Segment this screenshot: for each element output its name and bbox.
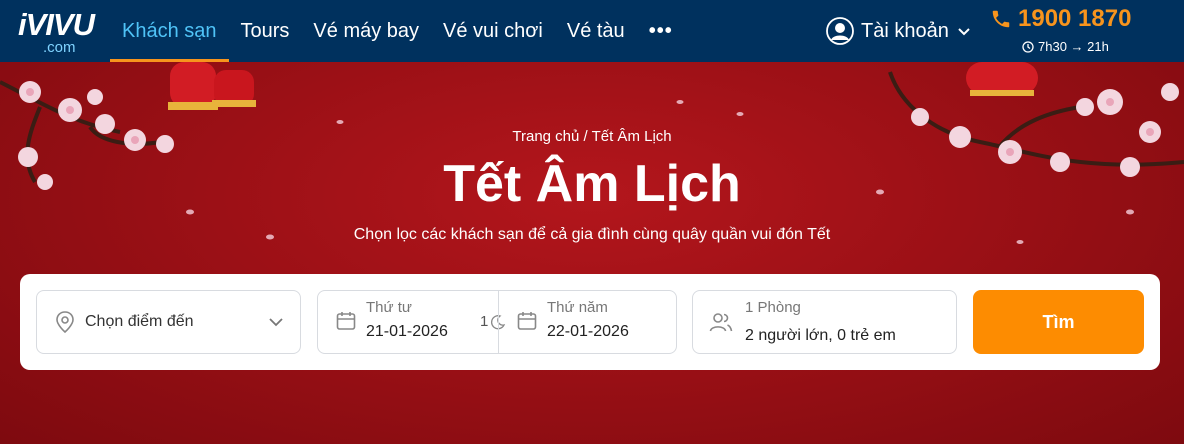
checkout-weekday: Thứ năm: [547, 299, 608, 316]
location-pin-icon: [56, 311, 74, 333]
chevron-down-icon: [958, 28, 970, 36]
destination-placeholder: Chọn điểm đến: [85, 313, 194, 330]
top-navigation-bar: iVIVU .com Khách sạn Tours Vé máy bay Vé…: [0, 0, 1184, 62]
page-title: Tết Âm Lịch: [443, 155, 741, 213]
breadcrumb: Trang chủ / Tết Âm Lịch: [0, 128, 1184, 145]
search-button[interactable]: Tìm: [973, 290, 1144, 354]
clock-icon: [1022, 40, 1034, 53]
nav-item-hotels[interactable]: Khách sạn: [110, 0, 229, 62]
nav-item-attractions[interactable]: Vé vui chơi: [431, 0, 555, 62]
destination-select[interactable]: Chọn điểm đến: [36, 290, 301, 354]
account-menu[interactable]: Tài khoản: [826, 14, 971, 48]
logo-tld: .com: [43, 39, 76, 56]
chevron-down-icon: [269, 318, 283, 327]
hotline[interactable]: 1900 1870 7h30 → 21h: [990, 5, 1170, 59]
hotline-hours-text: 7h30 → 21h: [1038, 39, 1109, 54]
rooms-guests-select[interactable]: 1 Phòng 2 người lớn, 0 trẻ em: [692, 290, 957, 354]
hotline-phone[interactable]: 1900 1870: [990, 5, 1131, 33]
guests-count: 2 người lớn, 0 trẻ em: [745, 327, 896, 344]
calendar-icon: [336, 312, 356, 330]
checkout-date[interactable]: Thứ năm 22-01-2026: [498, 291, 678, 353]
nav-item-tours[interactable]: Tours: [229, 0, 302, 62]
ivivu-logo[interactable]: iVIVU .com: [18, 5, 95, 56]
page-subtitle: Chọn lọc các khách sạn để cả gia đình cù…: [353, 226, 831, 243]
nav-more-button[interactable]: •••: [637, 0, 685, 62]
nav-item-flights[interactable]: Vé máy bay: [301, 0, 431, 62]
main-nav: Khách sạn Tours Vé máy bay Vé vui chơi V…: [110, 0, 685, 62]
tet-blossom-decoration: [0, 62, 1184, 244]
account-label: Tài khoản: [861, 19, 949, 42]
calendar-icon: [517, 312, 537, 330]
breadcrumb-home[interactable]: Trang chủ: [512, 128, 579, 145]
date-range-picker[interactable]: Thứ tư 21-01-2026 1 Thứ năm 22-01-2026: [317, 290, 677, 354]
hero-banner: Trang chủ / Tết Âm Lịch Tết Âm Lịch Chọn…: [0, 62, 1184, 444]
user-icon: [826, 17, 854, 45]
nav-item-trains[interactable]: Vé tàu: [555, 0, 637, 62]
logo-brand: iVIVU: [18, 7, 95, 42]
hotline-number: 1900 1870: [1018, 5, 1132, 32]
checkin-date-value: 21-01-2026: [366, 323, 448, 340]
users-icon: [709, 313, 733, 332]
checkin-weekday: Thứ tư: [366, 299, 412, 316]
breadcrumb-separator: /: [579, 128, 592, 145]
phone-icon: [992, 10, 1010, 28]
nights-value: 1: [480, 313, 489, 330]
checkin-date[interactable]: Thứ tư 21-01-2026: [318, 291, 498, 353]
breadcrumb-current: Tết Âm Lịch: [591, 128, 672, 145]
hotel-search-form: Chọn điểm đến Thứ tư 21-01-2026 1 Thứ nă…: [20, 274, 1160, 370]
checkout-date-value: 22-01-2026: [547, 323, 629, 340]
hotline-hours: 7h30 → 21h: [1022, 39, 1109, 54]
rooms-count: 1 Phòng: [745, 299, 801, 316]
